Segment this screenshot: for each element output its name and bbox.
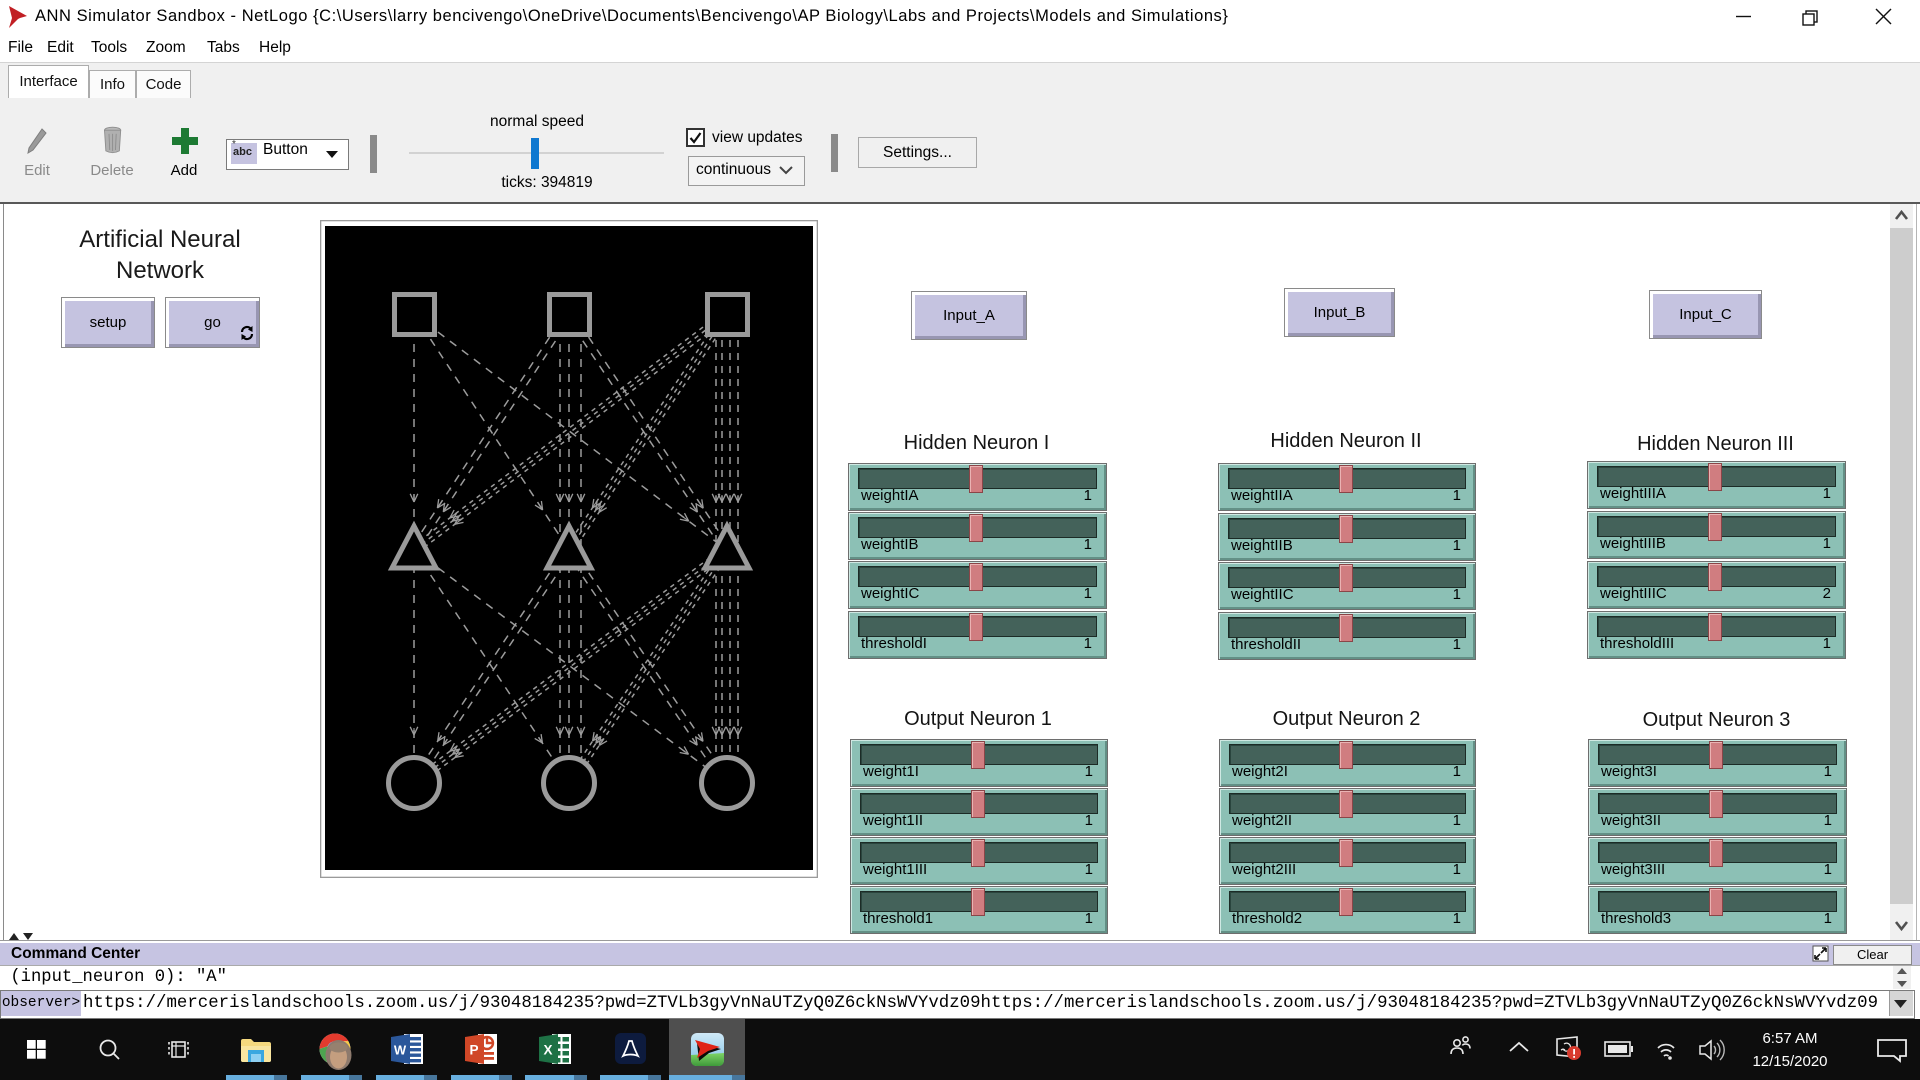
svg-text:P: P xyxy=(469,1043,478,1058)
svg-text:X: X xyxy=(543,1043,552,1058)
svg-text:W: W xyxy=(394,1043,407,1058)
